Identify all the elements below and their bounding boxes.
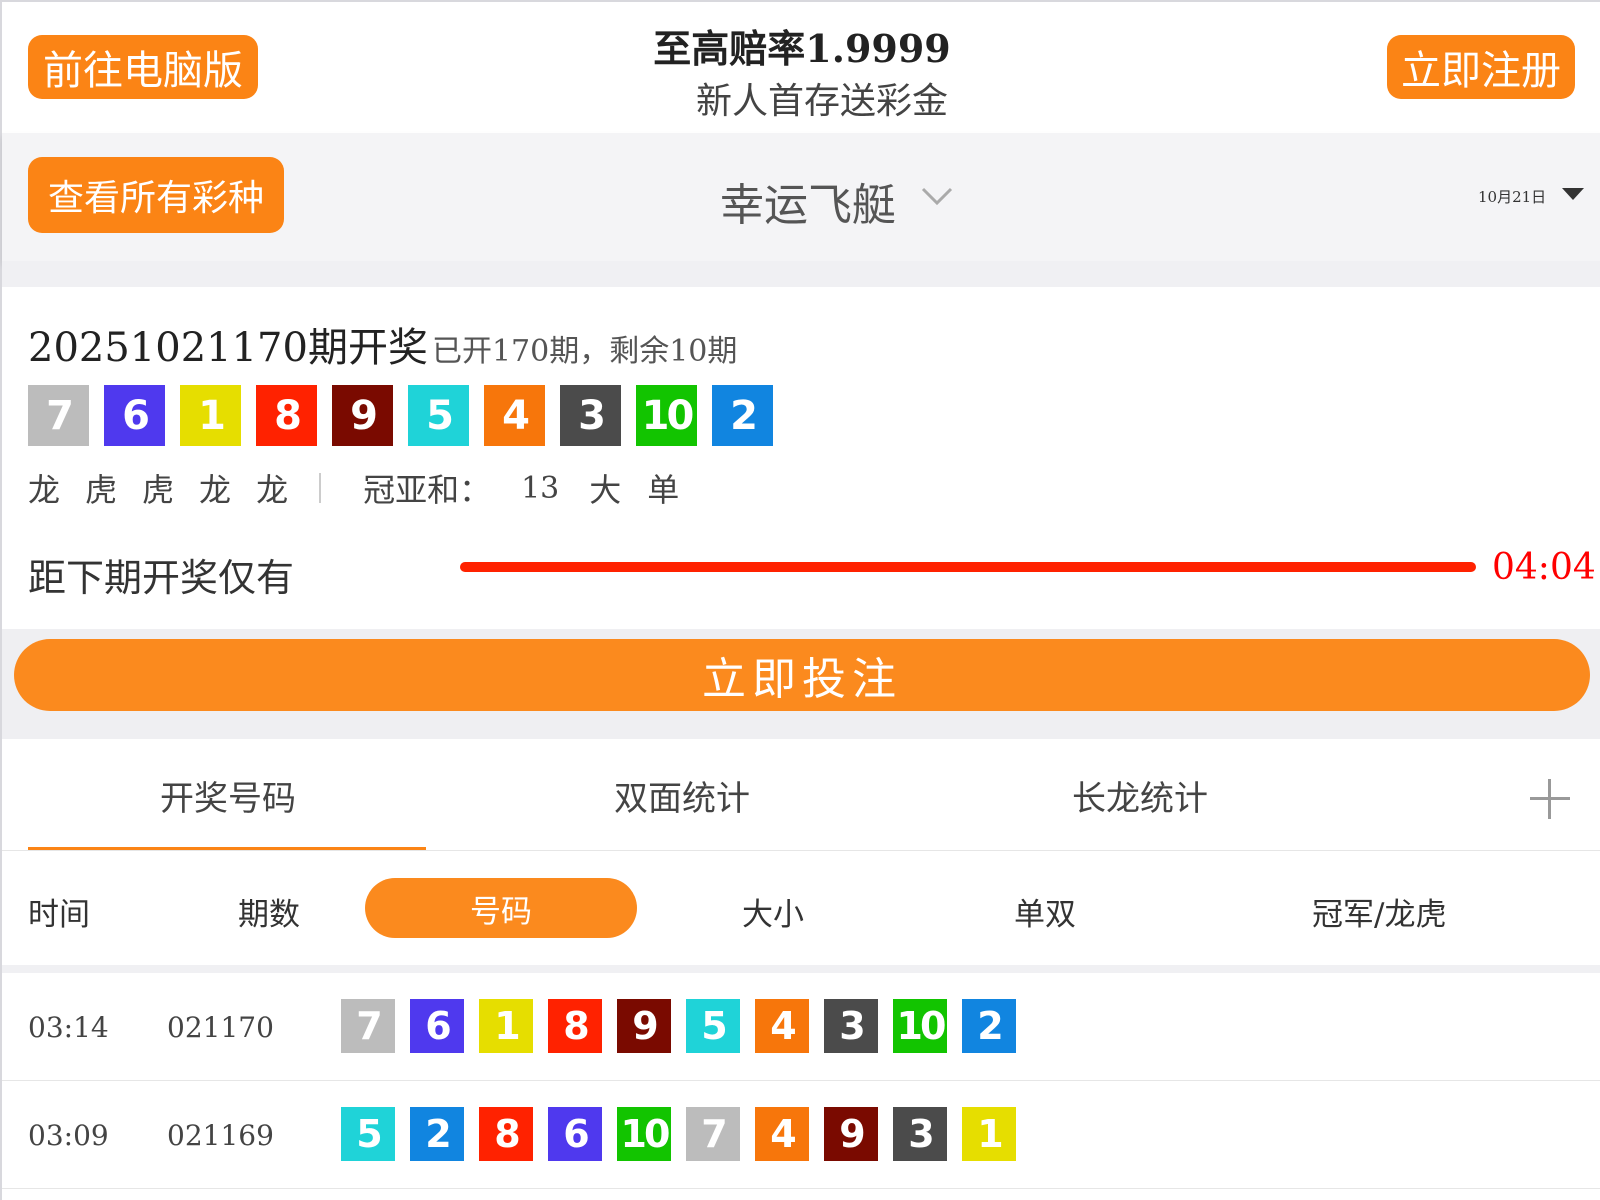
plus-icon[interactable] [1530,779,1570,819]
top-bar: 前往电脑版 至高赔率1.9999 新人首存送彩金 立即注册 [2,2,1600,133]
dragon-tiger-2: 虎 [85,471,118,509]
subtab-time[interactable]: 时间 [28,889,90,934]
table-row: 03:09 021169 5 2 8 6 10 7 4 9 3 1 [2,1081,1600,1189]
number-ball: 4 [755,999,809,1053]
table-row: 03:14 021170 7 6 1 8 9 5 4 3 10 2 [2,973,1600,1081]
number-ball: 6 [548,1107,602,1161]
register-button[interactable]: 立即注册 [1387,35,1575,99]
promo-subtitle: 新人首存送彩金 [695,81,948,122]
row-time: 03:09 [28,1119,109,1152]
number-ball: 10 [617,1107,671,1161]
number-ball: 6 [410,999,464,1053]
countdown-time: 04:04 [1492,547,1596,588]
number-ball: 2 [712,385,773,446]
number-ball: 4 [484,385,545,446]
dragon-tiger-3: 虎 [142,471,175,509]
subtab-champion-dragon-tiger[interactable]: 冠军/龙虎 [1312,889,1446,934]
row-number-balls: 5 2 8 6 10 7 4 9 3 1 [341,1107,1031,1161]
number-ball: 5 [408,385,469,446]
row-issue: 021170 [167,1011,274,1044]
current-draw-section: 20251021170期开奖 已开170期，剩余10期 7 6 1 8 9 5 4 3 10 2 龙… [2,287,1600,629]
place-bet-button[interactable]: 立即投注 [14,639,1590,711]
divider [319,473,322,503]
number-ball: 8 [548,999,602,1053]
draw-number-balls: 7 6 1 8 9 5 4 3 10 2 [28,385,788,446]
number-ball: 1 [962,1107,1016,1161]
sum-label: 冠亚和： [363,471,492,509]
lottery-name-dropdown[interactable]: 幸运飞艇 [720,169,896,233]
countdown-label: 距下期开奖仅有 [28,556,295,600]
chevron-down-icon[interactable] [920,179,954,213]
subtab-odd-even[interactable]: 单双 [1014,889,1076,934]
tab-draw-numbers[interactable]: 开奖号码 [160,771,296,820]
dragon-tiger-4: 龙 [199,471,232,509]
caret-down-icon[interactable] [1562,188,1584,200]
row-issue: 021169 [167,1119,274,1152]
big-small-result: 大 [589,471,622,509]
draw-summary-row: 龙 虎 虎 龙 龙 冠亚和： 13 大 单 [28,465,705,511]
number-ball: 4 [755,1107,809,1161]
countdown-progress-fill [460,562,1476,572]
number-ball: 9 [332,385,393,446]
section-gap [2,965,1600,973]
issue-progress: 已开170期，剩余10期 [431,334,738,369]
number-ball: 1 [180,385,241,446]
number-ball: 7 [686,1107,740,1161]
tab-long-dragon-stats[interactable]: 长龙统计 [1072,771,1208,820]
dragon-tiger-1: 龙 [28,471,61,509]
date-selector[interactable]: 10月21日 [1478,186,1546,207]
subtab-big-small[interactable]: 大小 [742,889,804,934]
promo-title: 至高赔率1.9999 [653,26,951,71]
number-ball: 2 [410,1107,464,1161]
number-ball: 5 [686,999,740,1053]
number-ball: 8 [256,385,317,446]
number-ball: 7 [28,385,89,446]
number-ball: 7 [341,999,395,1053]
number-ball: 9 [617,999,671,1053]
lottery-selector-bar: 查看所有彩种 幸运飞艇 10月21日 [2,133,1600,261]
odd-even-result: 单 [647,471,680,509]
section-gap [2,261,1600,287]
number-ball: 6 [104,385,165,446]
number-ball: 10 [893,999,947,1053]
tab-two-sided-stats[interactable]: 双面统计 [614,771,750,820]
subtab-numbers[interactable]: 号码 [365,878,637,938]
number-ball: 10 [636,385,697,446]
number-ball: 9 [824,1107,878,1161]
number-ball: 3 [824,999,878,1053]
row-time: 03:14 [28,1011,109,1044]
number-ball: 3 [560,385,621,446]
countdown-progress-bar [460,562,1476,572]
active-tab-underline [28,847,426,850]
row-number-balls: 7 6 1 8 9 5 4 3 10 2 [341,999,1031,1053]
number-ball: 3 [893,1107,947,1161]
dragon-tiger-5: 龙 [256,471,289,509]
subtab-issue[interactable]: 期数 [238,889,300,934]
bet-area: 立即投注 [2,629,1600,739]
number-ball: 2 [962,999,1016,1053]
number-ball: 8 [479,1107,533,1161]
column-subtabs: 时间 期数 号码 大小 单双 冠军/龙虎 [2,851,1600,965]
number-ball: 5 [341,1107,395,1161]
issue-title: 20251021170期开奖 [28,325,428,371]
issue-line: 20251021170期开奖 已开170期，剩余10期 [28,315,737,373]
sum-value: 13 [521,470,560,506]
main-tabs: 开奖号码 双面统计 长龙统计 [2,739,1600,851]
all-lottery-button[interactable]: 查看所有彩种 [28,157,284,233]
number-ball: 1 [479,999,533,1053]
